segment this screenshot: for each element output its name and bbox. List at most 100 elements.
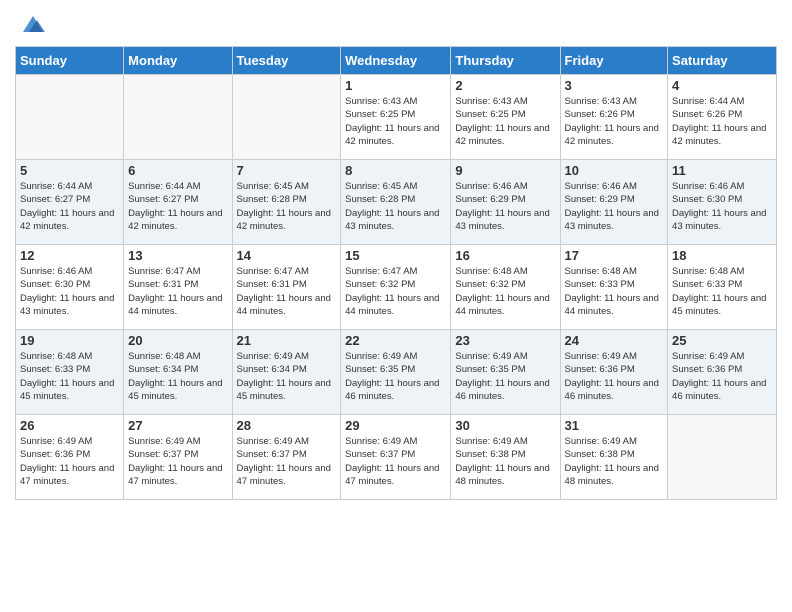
day-number: 24: [565, 333, 664, 348]
calendar-cell: [124, 75, 232, 160]
calendar-cell: 6 Sunrise: 6:44 AMSunset: 6:27 PMDayligh…: [124, 160, 232, 245]
calendar-cell: 14 Sunrise: 6:47 AMSunset: 6:31 PMDaylig…: [232, 245, 341, 330]
day-number: 20: [128, 333, 227, 348]
day-number: 27: [128, 418, 227, 433]
day-number: 19: [20, 333, 119, 348]
calendar-header-row: SundayMondayTuesdayWednesdayThursdayFrid…: [16, 47, 777, 75]
day-number: 6: [128, 163, 227, 178]
day-number: 22: [345, 333, 446, 348]
calendar-week-row: 5 Sunrise: 6:44 AMSunset: 6:27 PMDayligh…: [16, 160, 777, 245]
day-info: Sunrise: 6:44 AMSunset: 6:26 PMDaylight:…: [672, 95, 772, 148]
calendar-cell: 16 Sunrise: 6:48 AMSunset: 6:32 PMDaylig…: [451, 245, 560, 330]
day-info: Sunrise: 6:47 AMSunset: 6:31 PMDaylight:…: [237, 265, 337, 318]
day-number: 29: [345, 418, 446, 433]
day-number: 8: [345, 163, 446, 178]
calendar-cell: 5 Sunrise: 6:44 AMSunset: 6:27 PMDayligh…: [16, 160, 124, 245]
day-number: 12: [20, 248, 119, 263]
day-info: Sunrise: 6:49 AMSunset: 6:37 PMDaylight:…: [237, 435, 337, 488]
calendar-cell: 7 Sunrise: 6:45 AMSunset: 6:28 PMDayligh…: [232, 160, 341, 245]
calendar-cell: 12 Sunrise: 6:46 AMSunset: 6:30 PMDaylig…: [16, 245, 124, 330]
calendar-week-row: 26 Sunrise: 6:49 AMSunset: 6:36 PMDaylig…: [16, 415, 777, 500]
day-info: Sunrise: 6:48 AMSunset: 6:33 PMDaylight:…: [672, 265, 772, 318]
calendar-cell: 13 Sunrise: 6:47 AMSunset: 6:31 PMDaylig…: [124, 245, 232, 330]
calendar-cell: 22 Sunrise: 6:49 AMSunset: 6:35 PMDaylig…: [341, 330, 451, 415]
calendar-cell: 4 Sunrise: 6:44 AMSunset: 6:26 PMDayligh…: [668, 75, 777, 160]
calendar-cell: 1 Sunrise: 6:43 AMSunset: 6:25 PMDayligh…: [341, 75, 451, 160]
day-header-monday: Monday: [124, 47, 232, 75]
calendar-cell: 2 Sunrise: 6:43 AMSunset: 6:25 PMDayligh…: [451, 75, 560, 160]
calendar-cell: [16, 75, 124, 160]
day-number: 26: [20, 418, 119, 433]
day-info: Sunrise: 6:49 AMSunset: 6:37 PMDaylight:…: [345, 435, 446, 488]
day-info: Sunrise: 6:49 AMSunset: 6:36 PMDaylight:…: [672, 350, 772, 403]
calendar-cell: 25 Sunrise: 6:49 AMSunset: 6:36 PMDaylig…: [668, 330, 777, 415]
day-number: 7: [237, 163, 337, 178]
day-info: Sunrise: 6:49 AMSunset: 6:35 PMDaylight:…: [455, 350, 555, 403]
day-info: Sunrise: 6:49 AMSunset: 6:35 PMDaylight:…: [345, 350, 446, 403]
day-info: Sunrise: 6:45 AMSunset: 6:28 PMDaylight:…: [345, 180, 446, 233]
day-number: 2: [455, 78, 555, 93]
day-number: 4: [672, 78, 772, 93]
calendar-week-row: 1 Sunrise: 6:43 AMSunset: 6:25 PMDayligh…: [16, 75, 777, 160]
day-number: 15: [345, 248, 446, 263]
day-info: Sunrise: 6:46 AMSunset: 6:29 PMDaylight:…: [455, 180, 555, 233]
day-number: 30: [455, 418, 555, 433]
calendar-cell: 27 Sunrise: 6:49 AMSunset: 6:37 PMDaylig…: [124, 415, 232, 500]
calendar-cell: 19 Sunrise: 6:48 AMSunset: 6:33 PMDaylig…: [16, 330, 124, 415]
day-info: Sunrise: 6:48 AMSunset: 6:32 PMDaylight:…: [455, 265, 555, 318]
calendar-cell: 30 Sunrise: 6:49 AMSunset: 6:38 PMDaylig…: [451, 415, 560, 500]
day-number: 21: [237, 333, 337, 348]
day-info: Sunrise: 6:48 AMSunset: 6:34 PMDaylight:…: [128, 350, 227, 403]
calendar-week-row: 12 Sunrise: 6:46 AMSunset: 6:30 PMDaylig…: [16, 245, 777, 330]
page-header: [15, 10, 777, 38]
logo: [15, 10, 47, 38]
day-number: 10: [565, 163, 664, 178]
day-number: 5: [20, 163, 119, 178]
day-number: 18: [672, 248, 772, 263]
calendar-cell: [232, 75, 341, 160]
day-info: Sunrise: 6:45 AMSunset: 6:28 PMDaylight:…: [237, 180, 337, 233]
calendar-cell: 10 Sunrise: 6:46 AMSunset: 6:29 PMDaylig…: [560, 160, 668, 245]
day-number: 23: [455, 333, 555, 348]
calendar-cell: 3 Sunrise: 6:43 AMSunset: 6:26 PMDayligh…: [560, 75, 668, 160]
day-info: Sunrise: 6:43 AMSunset: 6:25 PMDaylight:…: [345, 95, 446, 148]
calendar-cell: 24 Sunrise: 6:49 AMSunset: 6:36 PMDaylig…: [560, 330, 668, 415]
calendar-table: SundayMondayTuesdayWednesdayThursdayFrid…: [15, 46, 777, 500]
day-info: Sunrise: 6:46 AMSunset: 6:29 PMDaylight:…: [565, 180, 664, 233]
day-info: Sunrise: 6:48 AMSunset: 6:33 PMDaylight:…: [565, 265, 664, 318]
logo-icon: [19, 10, 47, 38]
day-number: 3: [565, 78, 664, 93]
day-info: Sunrise: 6:49 AMSunset: 6:34 PMDaylight:…: [237, 350, 337, 403]
calendar-cell: 23 Sunrise: 6:49 AMSunset: 6:35 PMDaylig…: [451, 330, 560, 415]
day-number: 17: [565, 248, 664, 263]
calendar-cell: 9 Sunrise: 6:46 AMSunset: 6:29 PMDayligh…: [451, 160, 560, 245]
day-info: Sunrise: 6:46 AMSunset: 6:30 PMDaylight:…: [672, 180, 772, 233]
day-info: Sunrise: 6:44 AMSunset: 6:27 PMDaylight:…: [128, 180, 227, 233]
day-info: Sunrise: 6:49 AMSunset: 6:37 PMDaylight:…: [128, 435, 227, 488]
day-header-saturday: Saturday: [668, 47, 777, 75]
day-info: Sunrise: 6:49 AMSunset: 6:36 PMDaylight:…: [20, 435, 119, 488]
day-info: Sunrise: 6:43 AMSunset: 6:25 PMDaylight:…: [455, 95, 555, 148]
page-container: SundayMondayTuesdayWednesdayThursdayFrid…: [0, 0, 792, 510]
calendar-cell: 20 Sunrise: 6:48 AMSunset: 6:34 PMDaylig…: [124, 330, 232, 415]
day-header-tuesday: Tuesday: [232, 47, 341, 75]
day-header-wednesday: Wednesday: [341, 47, 451, 75]
day-info: Sunrise: 6:49 AMSunset: 6:38 PMDaylight:…: [565, 435, 664, 488]
day-info: Sunrise: 6:44 AMSunset: 6:27 PMDaylight:…: [20, 180, 119, 233]
calendar-cell: 28 Sunrise: 6:49 AMSunset: 6:37 PMDaylig…: [232, 415, 341, 500]
day-number: 31: [565, 418, 664, 433]
day-info: Sunrise: 6:46 AMSunset: 6:30 PMDaylight:…: [20, 265, 119, 318]
calendar-cell: 21 Sunrise: 6:49 AMSunset: 6:34 PMDaylig…: [232, 330, 341, 415]
calendar-cell: 29 Sunrise: 6:49 AMSunset: 6:37 PMDaylig…: [341, 415, 451, 500]
day-number: 16: [455, 248, 555, 263]
day-number: 28: [237, 418, 337, 433]
day-number: 9: [455, 163, 555, 178]
calendar-cell: 26 Sunrise: 6:49 AMSunset: 6:36 PMDaylig…: [16, 415, 124, 500]
day-info: Sunrise: 6:49 AMSunset: 6:38 PMDaylight:…: [455, 435, 555, 488]
day-header-friday: Friday: [560, 47, 668, 75]
calendar-cell: 17 Sunrise: 6:48 AMSunset: 6:33 PMDaylig…: [560, 245, 668, 330]
calendar-cell: 31 Sunrise: 6:49 AMSunset: 6:38 PMDaylig…: [560, 415, 668, 500]
day-number: 14: [237, 248, 337, 263]
day-number: 13: [128, 248, 227, 263]
day-info: Sunrise: 6:43 AMSunset: 6:26 PMDaylight:…: [565, 95, 664, 148]
